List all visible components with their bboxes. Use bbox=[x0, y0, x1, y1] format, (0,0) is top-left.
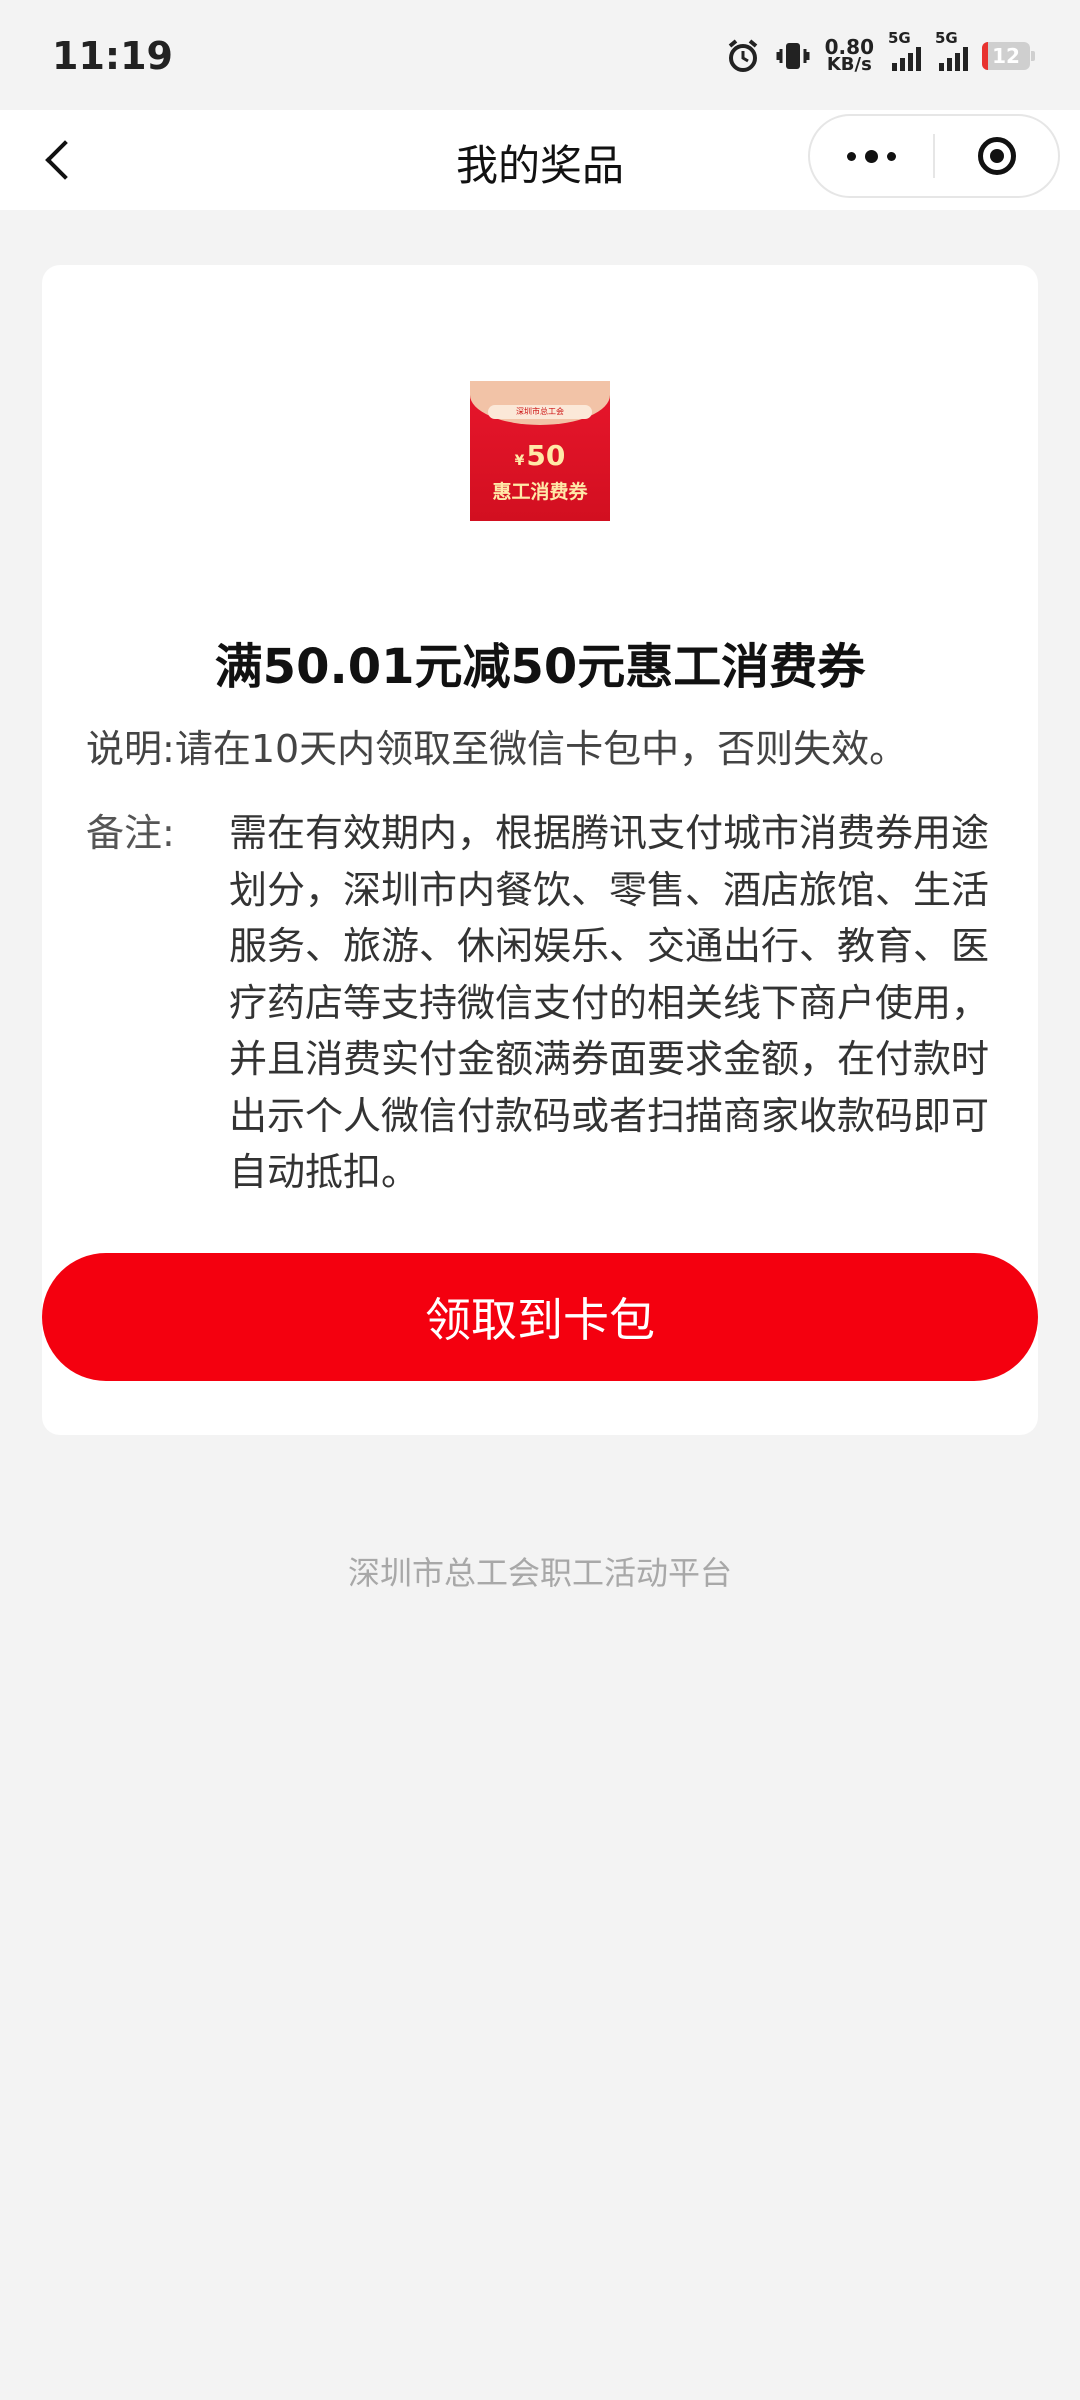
more-button[interactable] bbox=[810, 149, 933, 163]
close-mini-program-button[interactable] bbox=[935, 137, 1058, 175]
description-text: 请在10天内领取至微信卡包中，否则失效。 bbox=[174, 727, 908, 771]
battery-level: 12 bbox=[992, 44, 1020, 68]
description-label: 说明: bbox=[86, 727, 175, 771]
note-text: 需在有效期内，根据腾讯支付城市消费券用途划分，深圳市内餐饮、零售、酒店旅馆、生活… bbox=[229, 811, 990, 1194]
nav-bar: 我的奖品 bbox=[0, 110, 1080, 210]
alarm-icon bbox=[728, 39, 757, 72]
status-bar: 11:19 0.80 KB/s 5G 5G 12 bbox=[0, 0, 1080, 110]
note-label: 备注: bbox=[86, 811, 175, 855]
net-speed-unit: KB/s bbox=[826, 54, 872, 75]
sim1-label: 5G bbox=[888, 29, 911, 47]
signal-icon: 5G bbox=[888, 29, 921, 71]
target-icon bbox=[977, 137, 1016, 175]
coupon-caption: 惠工消费券 bbox=[492, 481, 588, 503]
claim-to-card-wallet-button[interactable]: 领取到卡包 bbox=[42, 1253, 1038, 1381]
more-dots-icon bbox=[847, 151, 856, 161]
battery-icon: 12 bbox=[982, 42, 1035, 70]
coupon-amount-value: 50 bbox=[526, 439, 566, 472]
net-speed: 0.80 KB/s bbox=[825, 37, 874, 75]
prize-title: 满50.01元减50元惠工消费券 bbox=[214, 639, 866, 695]
mini-program-capsule bbox=[808, 114, 1060, 198]
description-row: 说明:请在10天内领取至微信卡包中，否则失效。 bbox=[86, 721, 1006, 777]
signal-icon-2: 5G bbox=[935, 29, 968, 71]
status-time: 11:19 bbox=[52, 34, 173, 78]
coupon-currency: ¥ bbox=[514, 453, 525, 469]
prize-card: 深圳市总工会 ¥50 惠工消费券 满50.01元减50元惠工消费券 说明:请在1… bbox=[42, 265, 1038, 1435]
sim2-label: 5G bbox=[935, 29, 958, 47]
status-icons: 0.80 KB/s 5G 5G 12 bbox=[725, 29, 1035, 78]
vibrate-icon bbox=[776, 43, 810, 69]
footer-text: 深圳市总工会职工活动平台 bbox=[347, 1554, 732, 1592]
coupon-image: 深圳市总工会 ¥50 惠工消费券 bbox=[470, 381, 610, 521]
coupon-org-label: 深圳市总工会 bbox=[488, 405, 592, 419]
coupon-amount: ¥50 bbox=[470, 439, 610, 472]
